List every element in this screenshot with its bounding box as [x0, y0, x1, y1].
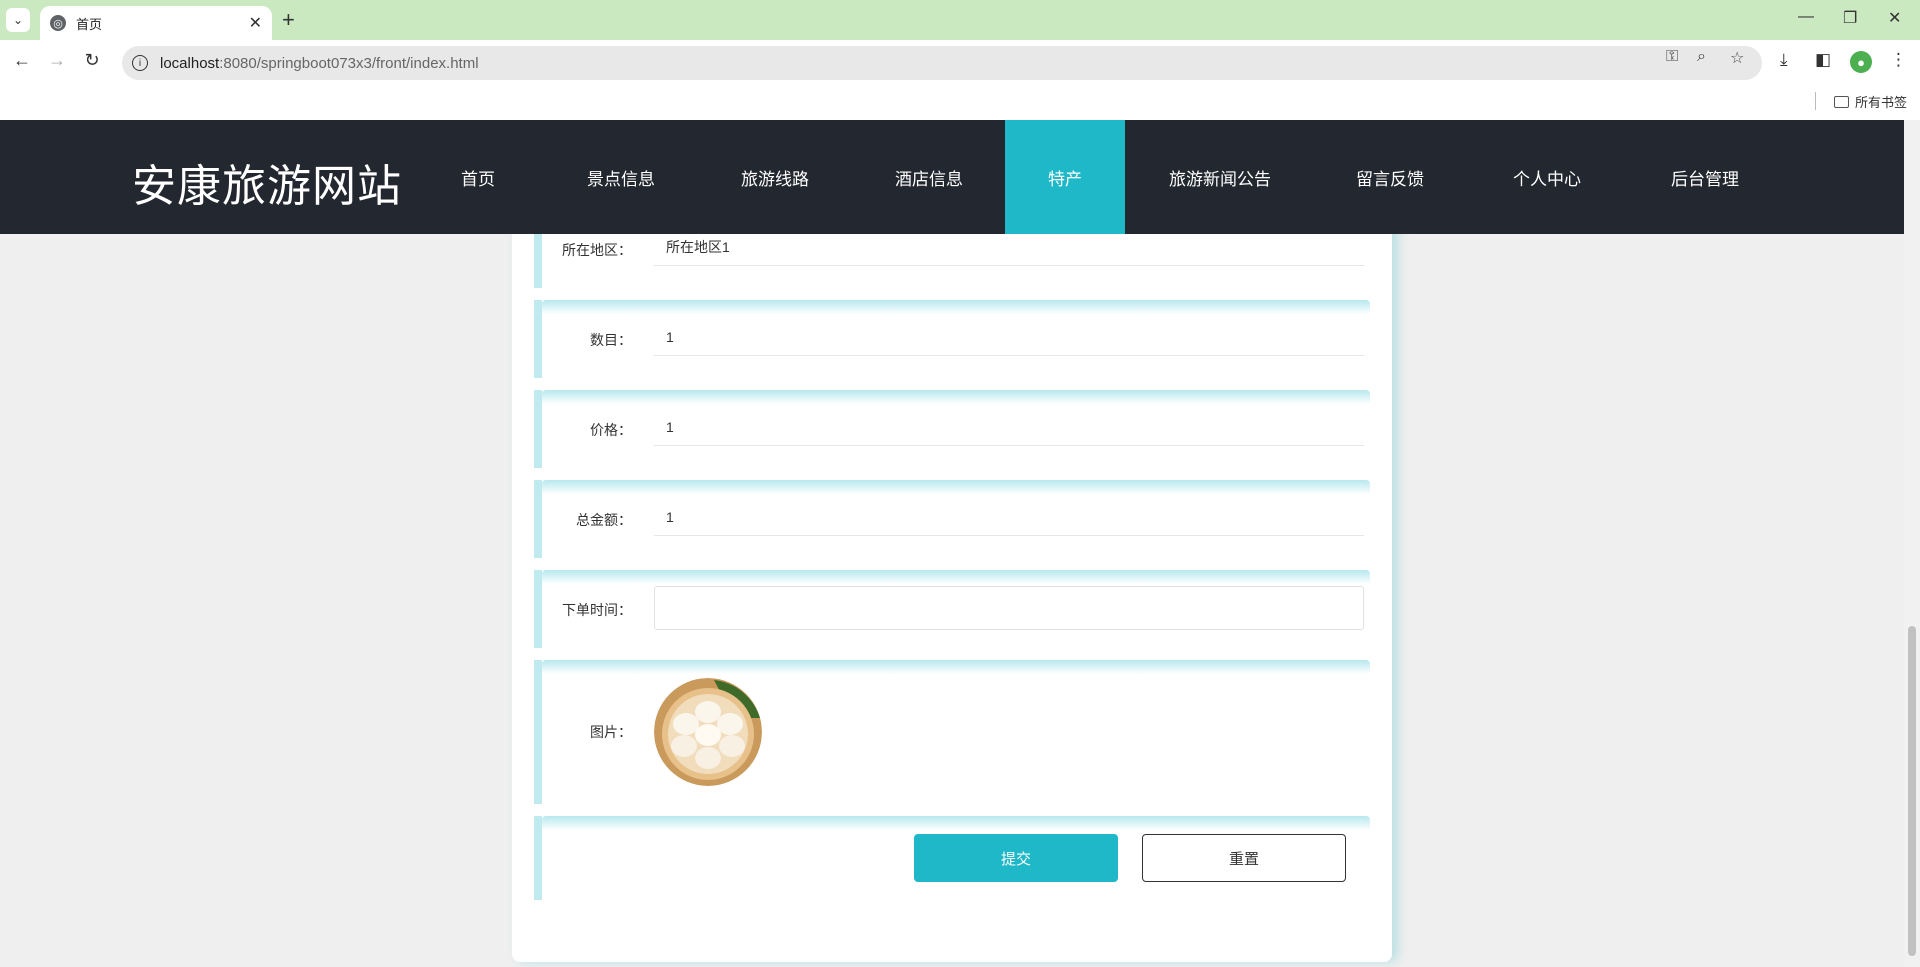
site-header: 安康旅游网站 首页 景点信息 旅游线路 酒店信息 特产 旅游新闻公告 留言反馈 … — [0, 120, 1904, 234]
menu-kebab-icon[interactable]: ⋮ — [1890, 50, 1907, 70]
product-image — [654, 678, 762, 786]
url-text: localhost:8080/springboot073x3/front/ind… — [160, 54, 479, 72]
submit-button[interactable]: 提交 — [914, 834, 1118, 882]
back-arrow-icon[interactable]: ← — [10, 50, 34, 71]
password-key-icon[interactable]: ⚿ — [1666, 48, 1678, 66]
form-row-image: 图片： — [534, 660, 1370, 804]
minimize-icon[interactable]: — — [1798, 8, 1814, 26]
nav-item-attractions[interactable]: 景点信息 — [566, 120, 676, 234]
form-row-price: 价格： 1 — [534, 390, 1370, 468]
nav-item-admin[interactable]: 后台管理 — [1650, 120, 1760, 234]
folder-icon — [1834, 95, 1849, 108]
tab-title: 首页 — [76, 16, 103, 32]
forward-arrow-icon[interactable]: → — [45, 50, 69, 71]
page-scrollbar[interactable] — [1904, 120, 1920, 967]
reload-icon[interactable]: ↻ — [80, 50, 104, 71]
browser-toolbar: ← → ↻ i localhost:8080/springboot073x3/f… — [0, 40, 1920, 84]
address-bar[interactable]: i localhost:8080/springboot073x3/front/i… — [122, 46, 1762, 80]
tab-close-icon[interactable]: ✕ — [249, 13, 262, 33]
form-row-actions: 提交 重置 — [534, 816, 1370, 900]
nav-item-profile[interactable]: 个人中心 — [1492, 120, 1602, 234]
nav-item-home[interactable]: 首页 — [430, 120, 526, 234]
nav-item-hotels[interactable]: 酒店信息 — [874, 120, 984, 234]
order-time-label: 下单时间： — [562, 602, 632, 618]
close-window-icon[interactable]: ✕ — [1888, 8, 1901, 28]
site-logo[interactable]: 安康旅游网站 — [132, 150, 402, 214]
site-info-icon[interactable]: i — [132, 55, 148, 71]
price-label: 价格： — [590, 422, 632, 438]
restore-icon[interactable]: ❐ — [1843, 8, 1857, 28]
side-panel-icon[interactable]: ◧ — [1815, 50, 1831, 70]
image-label: 图片： — [590, 724, 632, 740]
nav-item-specialties[interactable]: 特产 — [1005, 120, 1125, 234]
page-viewport: 所在地区： 所在地区1 数目： 1 价格： 1 总金额： 1 下单时间： 图片： — [0, 120, 1904, 967]
all-bookmarks-button[interactable]: 所有书签 — [1834, 92, 1907, 111]
total-label: 总金额： — [576, 512, 632, 528]
browser-tab[interactable]: ◎ 首页 ✕ — [40, 6, 272, 40]
nav-item-news[interactable]: 旅游新闻公告 — [1150, 120, 1290, 234]
bookmarks-divider — [1815, 92, 1816, 110]
download-icon[interactable]: ⤓ — [1780, 50, 1788, 70]
new-tab-plus-icon[interactable]: + — [282, 8, 295, 32]
browser-tab-bar: ⌄ ◎ 首页 ✕ + — ❐ ✕ — [0, 0, 1920, 40]
price-field[interactable]: 1 — [654, 408, 1364, 446]
zoom-icon[interactable]: ⌕ — [1697, 48, 1706, 66]
all-bookmarks-label: 所有书签 — [1855, 95, 1908, 110]
nav-item-feedback[interactable]: 留言反馈 — [1335, 120, 1445, 234]
scrollbar-thumb[interactable] — [1908, 626, 1916, 956]
region-label: 所在地区： — [562, 242, 632, 258]
order-time-input[interactable] — [654, 586, 1364, 630]
total-field[interactable]: 1 — [654, 498, 1364, 536]
profile-avatar-icon[interactable]: ● — [1850, 51, 1872, 73]
count-label: 数目： — [590, 332, 632, 348]
bookmark-star-icon[interactable]: ☆ — [1730, 48, 1744, 68]
form-row-count: 数目： 1 — [534, 300, 1370, 378]
nav-item-routes[interactable]: 旅游线路 — [720, 120, 830, 234]
globe-icon: ◎ — [50, 15, 66, 31]
form-row-order-time: 下单时间： — [534, 570, 1370, 648]
reset-button[interactable]: 重置 — [1142, 834, 1346, 882]
order-form-card: 所在地区： 所在地区1 数目： 1 价格： 1 总金额： 1 下单时间： 图片： — [512, 210, 1392, 962]
count-field[interactable]: 1 — [654, 318, 1364, 356]
bookmarks-bar: 所有书签 — [0, 84, 1920, 120]
form-row-total: 总金额： 1 — [534, 480, 1370, 558]
tab-list-chevron-icon[interactable]: ⌄ — [6, 8, 30, 32]
